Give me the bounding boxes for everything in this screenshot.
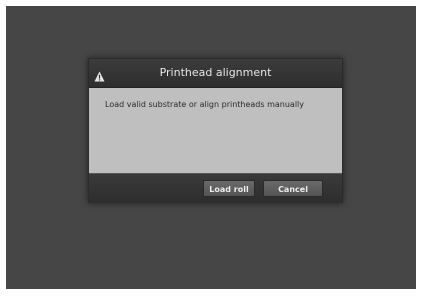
printhead-alignment-dialog: Printhead alignment Load valid substrate… [88,58,343,203]
cancel-button[interactable]: Cancel [263,180,323,197]
load-roll-button[interactable]: Load roll [203,180,255,197]
dialog-footer: Load roll Cancel [89,173,342,203]
dialog-body: Load valid substrate or align printheads… [89,88,342,173]
dialog-title: Printhead alignment [159,66,272,79]
warning-triangle-icon [94,67,105,82]
dialog-message: Load valid substrate or align printheads… [105,100,305,109]
printer-screen: Printhead alignment Load valid substrate… [6,6,416,289]
dialog-header: Printhead alignment [89,59,342,88]
